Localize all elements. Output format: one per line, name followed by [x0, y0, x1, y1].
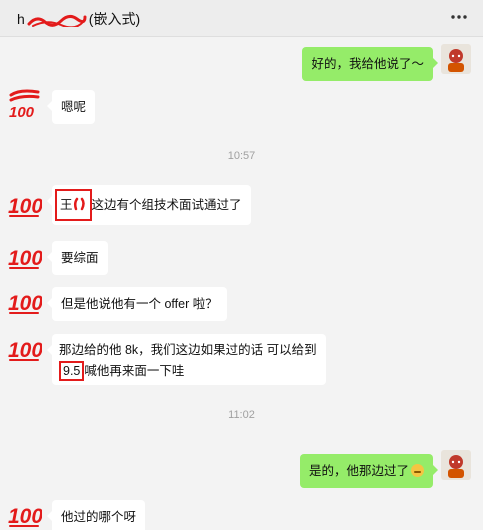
message-list[interactable]: 好的，我给他说了～ 100 嗯呢 10:57 100 王 这边有个组技术面试通过了… — [0, 37, 483, 530]
message-text: 要综面 — [61, 251, 99, 265]
avatar-contact[interactable]: 100 — [8, 282, 43, 316]
highlight-text: 9.5 — [63, 364, 81, 378]
grin-emoji-icon — [411, 464, 424, 477]
avatar-contact[interactable]: 100 — [8, 185, 43, 219]
timestamp: 11:02 — [228, 409, 255, 421]
timestamp: 10:57 — [227, 150, 256, 162]
redaction-highlight-box: 9.5 — [59, 361, 85, 381]
message-bubble-incoming[interactable]: 那边给的他 8k，我们这边如果过的话 可以给到 9.5 喊他再来面一下哇 — [47, 334, 326, 385]
chat-title: h (嵌入式) — [17, 9, 140, 29]
svg-text:100: 100 — [8, 195, 42, 218]
message-text: 是的，他那边过了 — [308, 464, 409, 478]
chat-title-suffix: (嵌入式) — [88, 11, 141, 27]
chat-title-prefix: h — [17, 11, 25, 27]
message-bubble-incoming[interactable]: 但是他说他有一个 offer 啦？ — [47, 287, 227, 321]
message-bubble-outgoing[interactable]: 好的，我给他说了～ — [302, 47, 438, 81]
message-text: 他过的哪个呀 — [61, 510, 137, 524]
more-horizontal-icon[interactable] — [449, 7, 469, 27]
redaction-highlight-box: 王 — [55, 189, 92, 221]
message-text: 嗯呢 — [61, 100, 87, 114]
message-text: 这边有个组技术面试通过了 — [91, 198, 242, 212]
avatar-contact[interactable]: 100 — [8, 329, 43, 363]
message-text: 喊他再来面一下哇 — [84, 364, 185, 378]
avatar-contact[interactable]: 100 — [8, 237, 43, 271]
avatar-contact[interactable]: 100 — [8, 86, 42, 121]
svg-text:100: 100 — [8, 292, 42, 315]
message-text: 好的，我给他说了～ — [311, 57, 424, 71]
svg-text:100: 100 — [8, 505, 42, 528]
chat-header: h (嵌入式) — [0, 0, 483, 37]
svg-text:100: 100 — [9, 104, 35, 120]
message-bubble-outgoing[interactable]: 是的，他那边过了 — [299, 454, 439, 488]
message-text: 那边给的他 8k，我们这边如果过的话 可以给到 — [59, 343, 317, 357]
avatar-contact[interactable]: 100 — [8, 495, 43, 529]
message-bubble-incoming[interactable]: 王 这边有个组技术面试通过了 — [47, 185, 251, 225]
avatar-self[interactable] — [441, 44, 471, 74]
message-bubble-incoming[interactable]: 要综面 — [47, 241, 108, 275]
message-text: 但是他说他有一个 offer 啦？ — [61, 297, 218, 311]
svg-text:100: 100 — [8, 247, 42, 270]
message-bubble-incoming[interactable]: 嗯呢 — [46, 90, 96, 124]
svg-text:100: 100 — [8, 339, 42, 362]
highlight-text: 王 — [60, 198, 73, 212]
avatar-self[interactable] — [441, 450, 471, 480]
redaction-scribble — [27, 13, 87, 29]
message-bubble-incoming[interactable]: 他过的哪个呀 — [46, 500, 146, 530]
